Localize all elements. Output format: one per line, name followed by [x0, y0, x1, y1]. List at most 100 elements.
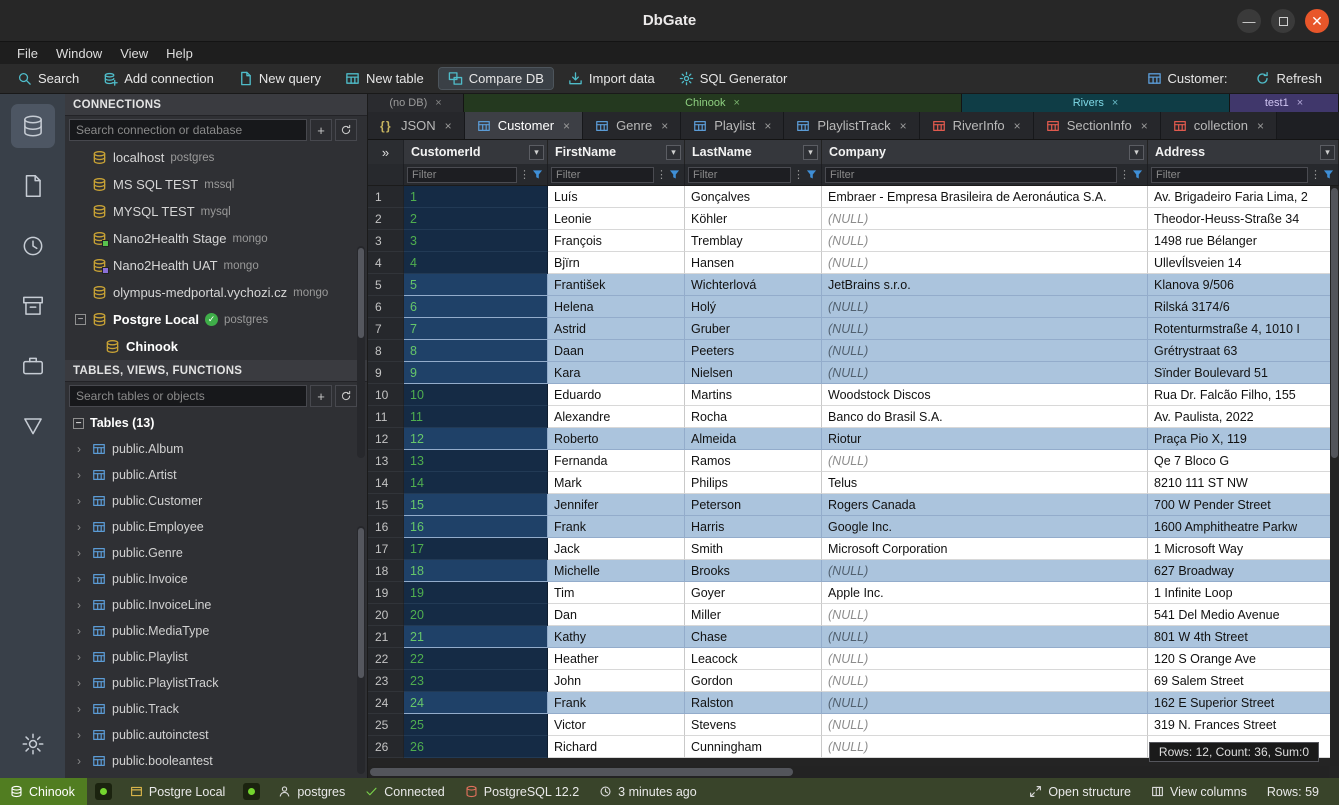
cell-company[interactable]: (NULL)	[822, 362, 1148, 384]
database-icon[interactable]	[11, 104, 55, 148]
kebab-menu-icon[interactable]: ⋮	[1119, 168, 1129, 181]
cell-firstname[interactable]: Mark	[548, 472, 685, 494]
row-number[interactable]: 8	[368, 340, 404, 362]
database-group-tab[interactable]: (no DB) ×	[368, 94, 464, 112]
cell-customerid[interactable]: 9	[404, 362, 548, 384]
table-row[interactable]: 2 2 Leonie Köhler (NULL) Theodor-Heuss-S…	[368, 208, 1339, 230]
cell-customerid[interactable]: 13	[404, 450, 548, 472]
cell-lastname[interactable]: Köhler	[685, 208, 822, 230]
cell-company[interactable]: (NULL)	[822, 208, 1148, 230]
minimize-button[interactable]: —	[1237, 9, 1261, 33]
cell-customerid[interactable]: 4	[404, 252, 548, 274]
connection-item[interactable]: − localhost ✓ postgres	[65, 144, 367, 171]
cell-firstname[interactable]: Leonie	[548, 208, 685, 230]
cell-firstname[interactable]: Fernanda	[548, 450, 685, 472]
toolbar-button[interactable]: Search	[8, 68, 88, 89]
cell-lastname[interactable]: Ramos	[685, 450, 822, 472]
cell-address[interactable]: Klanova 9/506	[1148, 274, 1339, 296]
row-number[interactable]: 24	[368, 692, 404, 714]
file-tab[interactable]: PlaylistTrack ×	[784, 112, 919, 139]
table-row[interactable]: 8 8 Daan Peeters (NULL) Grétrystraat 63	[368, 340, 1339, 362]
cell-lastname[interactable]: Almeida	[685, 428, 822, 450]
close-icon[interactable]: ×	[563, 119, 570, 133]
gear-icon[interactable]	[11, 722, 55, 766]
cell-address[interactable]: 700 W Pender Street	[1148, 494, 1339, 516]
cell-customerid[interactable]: 11	[404, 406, 548, 428]
cell-customerid[interactable]: 17	[404, 538, 548, 560]
cell-customerid[interactable]: 2	[404, 208, 548, 230]
table-row[interactable]: 13 13 Fernanda Ramos (NULL) Qe 7 Bloco G	[368, 450, 1339, 472]
titlebar[interactable]: DbGate — ✕	[0, 0, 1339, 42]
cell-address[interactable]: 541 Del Medio Avenue	[1148, 604, 1339, 626]
cell-company[interactable]: (NULL)	[822, 736, 1148, 758]
column-dropdown-icon[interactable]: ▾	[1129, 145, 1144, 160]
table-row[interactable]: 14 14 Mark Philips Telus 8210 111 ST NW	[368, 472, 1339, 494]
cell-company[interactable]: (NULL)	[822, 340, 1148, 362]
sidebar-table-item[interactable]: › public.booleantest	[65, 748, 367, 774]
connections-search-input[interactable]	[69, 119, 307, 141]
cell-company[interactable]: Riotur	[822, 428, 1148, 450]
close-icon[interactable]: ×	[764, 119, 771, 133]
cell-lastname[interactable]: Cunningham	[685, 736, 822, 758]
statusbar-database[interactable]: Chinook	[0, 778, 87, 805]
row-number[interactable]: 17	[368, 538, 404, 560]
cell-firstname[interactable]: Daan	[548, 340, 685, 362]
column-dropdown-icon[interactable]: ▾	[803, 145, 818, 160]
cell-customerid[interactable]: 16	[404, 516, 548, 538]
cell-customerid[interactable]: 6	[404, 296, 548, 318]
connection-item[interactable]: − Nano2Health Stage ✓ mongo	[65, 225, 367, 252]
horizontal-scrollbar[interactable]	[368, 766, 1329, 778]
cell-firstname[interactable]: Astrid	[548, 318, 685, 340]
cell-company[interactable]: (NULL)	[822, 670, 1148, 692]
cell-company[interactable]: (NULL)	[822, 296, 1148, 318]
sidebar-table-item[interactable]: › public.Album	[65, 436, 367, 462]
row-number[interactable]: 12	[368, 428, 404, 450]
sidebar-table-item[interactable]: › public.Playlist	[65, 644, 367, 670]
cell-company[interactable]: (NULL)	[822, 714, 1148, 736]
cell-firstname[interactable]: Dan	[548, 604, 685, 626]
close-icon[interactable]: ×	[733, 97, 739, 109]
table-row[interactable]: 17 17 Jack Smith Microsoft Corporation 1…	[368, 538, 1339, 560]
cell-lastname[interactable]: Hansen	[685, 252, 822, 274]
cell-company[interactable]: Telus	[822, 472, 1148, 494]
tables-group[interactable]: − Tables (13)	[65, 410, 367, 436]
database-group-tab[interactable]: Rivers ×	[962, 94, 1230, 112]
cell-firstname[interactable]: Kara	[548, 362, 685, 384]
cell-lastname[interactable]: Wichterlová	[685, 274, 822, 296]
sidebar-table-item[interactable]: › public.Employee	[65, 514, 367, 540]
cell-company[interactable]: (NULL)	[822, 450, 1148, 472]
close-icon[interactable]: ×	[1297, 97, 1303, 109]
close-icon[interactable]: ×	[1112, 97, 1118, 109]
menu-item[interactable]: File	[8, 42, 47, 64]
cell-lastname[interactable]: Goyer	[685, 582, 822, 604]
sidebar-table-item[interactable]: › public.autoinctest	[65, 722, 367, 748]
history-icon[interactable]	[11, 224, 55, 268]
cell-firstname[interactable]: John	[548, 670, 685, 692]
column-header[interactable]: FirstName ▾	[548, 140, 685, 164]
close-icon[interactable]: ×	[445, 119, 452, 133]
row-number[interactable]: 6	[368, 296, 404, 318]
cell-firstname[interactable]: François	[548, 230, 685, 252]
chevron-right-icon[interactable]: ›	[77, 520, 86, 534]
cell-firstname[interactable]: Richard	[548, 736, 685, 758]
toolbar-button[interactable]: Add connection	[94, 68, 223, 89]
cell-company[interactable]: Banco do Brasil S.A.	[822, 406, 1148, 428]
file-tab[interactable]: SectionInfo ×	[1034, 112, 1161, 139]
refresh-tables-button[interactable]	[335, 385, 357, 407]
funnel-filter-icon[interactable]	[1131, 168, 1144, 181]
cell-firstname[interactable]: Victor	[548, 714, 685, 736]
grid-corner[interactable]: »	[368, 140, 404, 164]
cell-firstname[interactable]: Frank	[548, 516, 685, 538]
sidebar-table-item[interactable]: › public.MediaType	[65, 618, 367, 644]
add-table-plus-button[interactable]: +	[310, 385, 332, 407]
refresh-connections-button[interactable]	[335, 119, 357, 141]
table-row[interactable]: 6 6 Helena Holý (NULL) Rilská 3174/6	[368, 296, 1339, 318]
table-row[interactable]: 9 9 Kara Nielsen (NULL) Sïnder Boulevard…	[368, 362, 1339, 384]
cell-company[interactable]: (NULL)	[822, 230, 1148, 252]
cell-company[interactable]: (NULL)	[822, 648, 1148, 670]
cell-customerid[interactable]: 15	[404, 494, 548, 516]
row-number[interactable]: 9	[368, 362, 404, 384]
cell-customerid[interactable]: 25	[404, 714, 548, 736]
cell-firstname[interactable]: František	[548, 274, 685, 296]
cell-customerid[interactable]: 20	[404, 604, 548, 626]
